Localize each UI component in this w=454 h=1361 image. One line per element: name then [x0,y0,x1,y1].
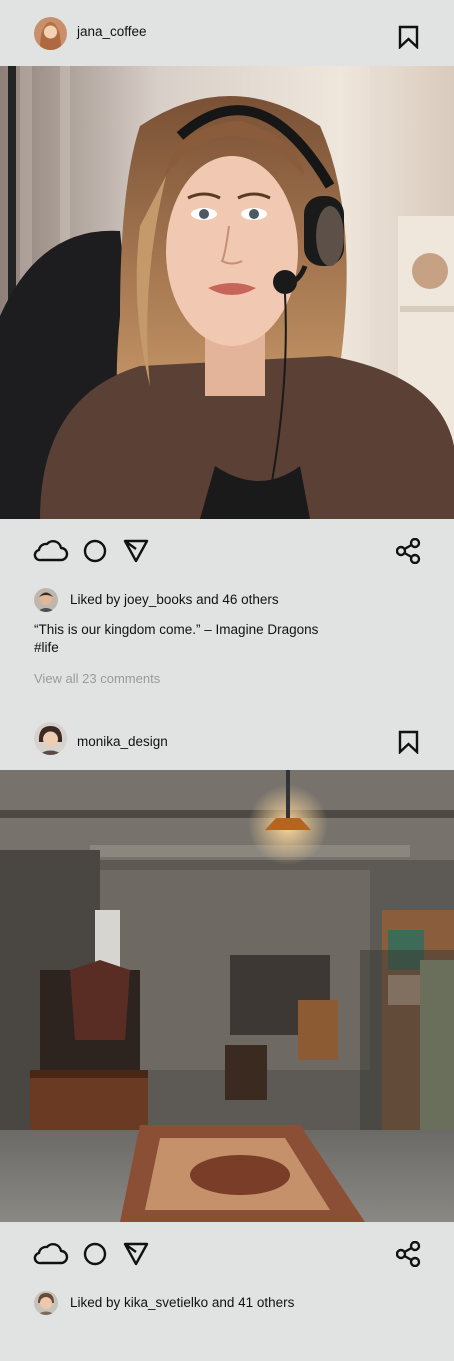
post-header: monika_design [0,704,454,770]
caption-text: “This is our kingdom come.” – Imagine Dr… [34,622,319,637]
post-photo[interactable] [0,66,454,519]
hashtag[interactable]: #life [34,639,434,657]
liked-by-user[interactable]: joey_books [124,592,192,607]
avatar[interactable] [34,17,67,50]
likes-prefix: Liked by [70,592,125,607]
share-icon[interactable] [395,537,422,569]
username[interactable]: jana_coffee [77,24,147,39]
bookmark-icon[interactable] [398,730,419,755]
likes-row: Liked by joey_books and 46 others [34,588,454,614]
liked-by-user[interactable]: kika_svetielko [124,1295,208,1310]
post-header: jana_coffee [0,0,454,66]
post-1: jana_coffee Liked by joey_books and 46 o… [0,0,454,710]
circle-comment-icon[interactable] [83,539,107,568]
avatar[interactable] [34,722,67,755]
likes-text: Liked by kika_svetielko and 41 others [70,1295,294,1310]
username[interactable]: monika_design [77,734,168,749]
cloud-icon[interactable] [33,537,69,568]
view-comments-link[interactable]: View all 23 comments [34,671,160,686]
likes-prefix: Liked by [70,1295,125,1310]
likes-text: Liked by joey_books and 46 others [70,592,279,607]
avatar[interactable] [34,1291,58,1315]
bookmark-icon[interactable] [398,25,419,50]
share-icon[interactable] [395,1240,422,1272]
circle-comment-icon[interactable] [83,1242,107,1271]
likes-suffix[interactable]: and 46 others [192,592,279,607]
post-photo[interactable] [0,770,454,1222]
cloud-icon[interactable] [33,1240,69,1271]
send-triangle-icon[interactable] [123,539,149,568]
post-2: monika_design Liked by kika_svetielko an… [0,704,454,1361]
avatar[interactable] [34,588,58,612]
likes-suffix[interactable]: and 41 others [208,1295,295,1310]
caption: “This is our kingdom come.” – Imagine Dr… [34,621,434,657]
likes-row: Liked by kika_svetielko and 41 others [34,1291,454,1317]
send-triangle-icon[interactable] [123,1242,149,1271]
post-actions [0,533,454,573]
post-actions [0,1236,454,1276]
